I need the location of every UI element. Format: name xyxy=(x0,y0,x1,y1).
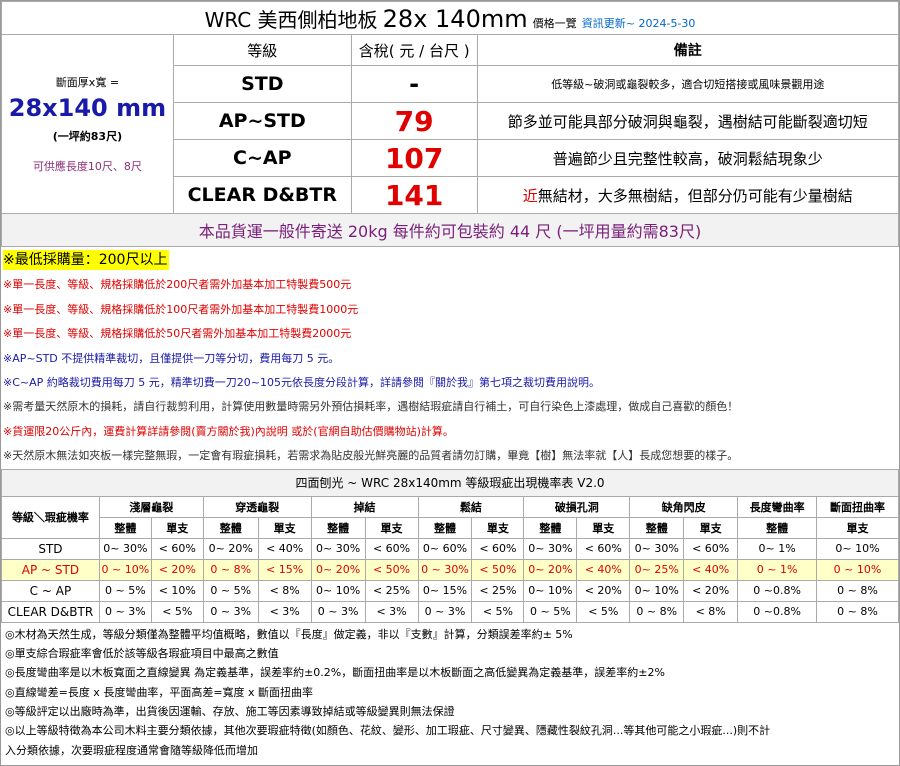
grade-ap-std: AP~STD xyxy=(172,102,352,140)
group-header: 穿透龜裂 xyxy=(202,495,312,518)
group-header: 長度彎曲率 xyxy=(737,495,818,518)
footnote: ◎長度彎曲率是以木板寬面之直線變異 為定義基準，誤差率約±0.2%，斷面扭曲率是… xyxy=(5,666,665,680)
defect-row-clear: CLEAR D&BTR 0 ~ 3% < 5% 0 ~ 3% < 3% 0 ~ 3%… xyxy=(1,600,899,623)
corner-header: 等級＼瑕疵機率 xyxy=(1,495,100,539)
spec-cell: 斷面厚x寬 = 28x140 mm (一坪約83尺) 可供應長度10尺、8尺 xyxy=(1,34,174,214)
group-header: 淺層龜裂 xyxy=(98,495,204,518)
group-header: 掉結 xyxy=(310,495,419,518)
note-header: 備註 xyxy=(476,34,900,66)
page-title: WRC 美西側柏地板 28x 140mm 價格一覽 資訊更新~ 2024-5-3… xyxy=(1,1,899,35)
footnote: ◎以上等級特徵為本公司木料主要分類依據，其他次要瑕疵特徵(如顏色、花紋、變形、加… xyxy=(5,724,771,738)
defect-table: 四面刨光 ~ WRC 28x140mm 等級瑕疵出現機率表 V2.0 等級＼瑕疵… xyxy=(1,468,899,623)
price-header: 含稅( 元 / 台尺 ) xyxy=(350,34,478,66)
note-line: ※天然原木無法如夾板一樣完整無瑕，一定會有瑕疵損耗，若需求為貼皮般光鮮亮麗的品質… xyxy=(3,449,739,463)
price-sheet: WRC 美西側柏地板 28x 140mm 價格一覽 資訊更新~ 2024-5-3… xyxy=(0,0,900,766)
note-line: ※需考量天然原木的損耗，請自行裁剪利用，計算使用數量時需另外預估損耗率，遇樹結瑕… xyxy=(3,400,739,414)
price-std: - xyxy=(350,65,478,103)
note-line: ※單一長度、等級、規格採購低於200尺者需外加基本加工特製費500元 xyxy=(3,278,352,292)
min-order: ※最低採購量：200尺以上 xyxy=(3,250,170,270)
note-ap-std: 節多並可能具部分破洞與龜裂，遇樹結可能斷裂適切短 xyxy=(476,102,900,140)
footnote: ◎直線彎差=長度 x 長度彎曲率，平面高差=寬度 x 斷面扭曲率 xyxy=(5,685,314,699)
grade-header: 等級 xyxy=(172,34,352,66)
group-header: 破損孔洞 xyxy=(523,495,631,518)
note-line: ※單一長度、等級、規格採購低於50尺者需外加基本加工特製費2000元 xyxy=(3,327,352,341)
shipping-note: 本品貨運一般件寄送 20kg 每件約可包裝約 44 尺 (一坪用量約需83尺) xyxy=(1,213,899,247)
grade-std: STD xyxy=(172,65,352,103)
defect-row-std: STD 0~ 30% < 60% 0~ 20% < 40% 0~ 30% < 60% … xyxy=(1,537,899,560)
price-ap-std: 79 xyxy=(350,102,478,140)
price-c-ap: 107 xyxy=(350,139,478,177)
group-header: 缺角閃皮 xyxy=(629,495,739,518)
price-table: WRC 美西側柏地板 28x 140mm 價格一覽 資訊更新~ 2024-5-3… xyxy=(1,1,900,247)
note-std: 低等級~破洞或龜裂較多，適合切短搭接或風味景觀用途 xyxy=(476,65,900,103)
defect-row-ap-std: AP ~ STD 0 ~ 10% < 20% 0 ~ 8% < 15% 0~ 20%… xyxy=(1,558,899,581)
order-notes: ※最低採購量：200尺以上 ※單一長度、等級、規格採購低於200尺者需外加基本加… xyxy=(1,247,899,469)
defect-table-title: 四面刨光 ~ WRC 28x140mm 等級瑕疵出現機率表 V2.0 xyxy=(1,468,899,497)
grade-c-ap: C~AP xyxy=(172,139,352,177)
defect-row-c-ap: C ~ AP 0 ~ 5% < 10% 0 ~ 5% < 8% 0~ 10% < 25… xyxy=(1,579,899,602)
grade-clear: CLEAR D&BTR xyxy=(172,176,352,214)
note-line: ※貨運限20公斤內，運費計算詳請參閱(賣方關於我)內說明 或於(官網自助估價購物… xyxy=(3,424,454,438)
group-header: 斷面扭曲率 xyxy=(816,495,899,518)
note-line: ※AP~STD 不提供精準裁切，且僅提供一刀等分切，費用每刀 5 元。 xyxy=(3,351,340,365)
footnote: ◎木材為天然生成，等級分類僅為整體平均值概略，數值以『長度』做定義，非以『支數』… xyxy=(5,627,573,641)
note-line: ※C~AP 約略裁切費用每刀 5 元，精準切費一刀20~105元依長度分段計算，… xyxy=(3,375,600,389)
footnote: 入分類依據，次要瑕疵程度通常會隨等級降低而增加 xyxy=(5,743,258,757)
spec-size: 28x140 mm xyxy=(8,94,167,122)
price-clear: 141 xyxy=(350,176,478,214)
note-c-ap: 普遍節少且完整性較高，破洞鬆結現象少 xyxy=(476,139,900,177)
footnotes: ◎木材為天然生成，等級分類僅為整體平均值概略，數值以『長度』做定義，非以『支數』… xyxy=(1,623,899,763)
group-header: 鬆結 xyxy=(417,495,525,518)
note-line: ※單一長度、等級、規格採購低於100尺者需外加基本加工特製費1000元 xyxy=(3,302,359,316)
note-clear: 近無結材，大多無樹結，但部分仍可能有少量樹結 xyxy=(476,176,900,214)
footnote: ◎單支綜合瑕疵率會低於該等級各瑕疵項目中最高之數值 xyxy=(5,646,279,660)
footnote: ◎等級評定以出廠時為準，出貨後因運輸、存放、施工等因素導致掉結或等級變異則無法保… xyxy=(5,705,455,719)
